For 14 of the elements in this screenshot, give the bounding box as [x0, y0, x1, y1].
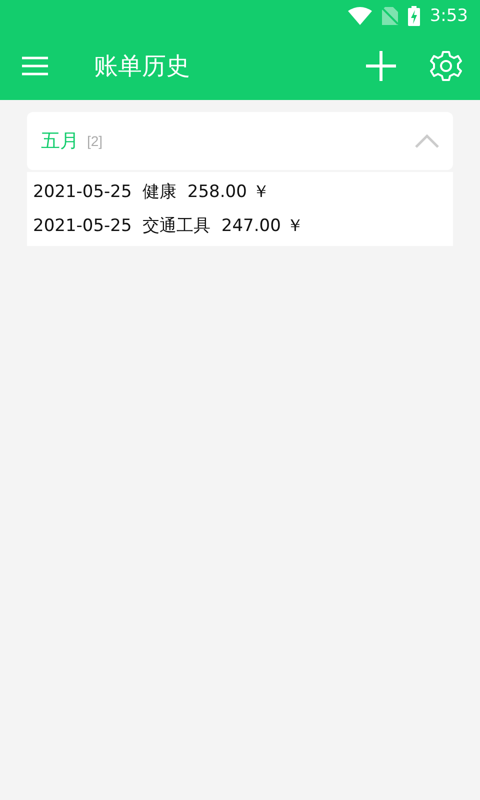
status-time: 3:53 [430, 6, 468, 26]
battery-charging-icon [408, 6, 420, 26]
plus-icon [366, 51, 396, 81]
menu-icon [22, 56, 48, 76]
settings-button[interactable] [430, 50, 462, 82]
settings-icon [430, 50, 462, 82]
chevron-up-icon [415, 134, 439, 148]
add-button[interactable] [366, 51, 396, 81]
bill-entry[interactable]: 2021-05-25 交通工具 247.00 ￥ [27, 209, 453, 243]
no-sim-icon [382, 7, 398, 25]
wifi-icon [348, 7, 372, 25]
app-title: 账单历史 [94, 51, 191, 82]
menu-button[interactable] [22, 56, 48, 76]
bill-entry[interactable]: 2021-05-25 健康 258.00 ￥ [27, 175, 453, 209]
